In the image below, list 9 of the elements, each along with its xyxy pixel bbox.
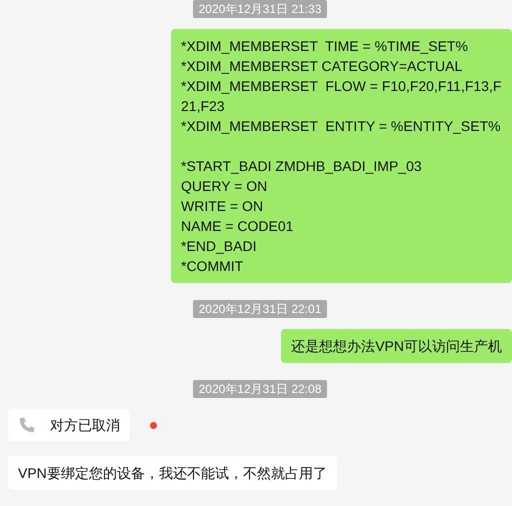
call-bubble[interactable]: 对方已取消 [8, 409, 130, 441]
message-bubble: 还是想想办法VPN可以访问生产机 [281, 329, 512, 363]
message-bubble: VPN要绑定您的设备，我还不能试，不然就占用了 [8, 456, 337, 490]
timestamp: 2020年12月31日 22:08 [192, 380, 328, 398]
phone-icon [18, 416, 36, 434]
timestamp: 2020年12月31日 22:01 [192, 300, 328, 318]
timestamp: 2020年12月31日 21:33 [192, 0, 328, 18]
message-bubble: *XDIM_MEMBERSET TIME = %TIME_SET% *XDIM_MEMBERSET CATEGORY=ACTUAL *XDIM_MEMBERSET FLOW = F10,F20,F11,F13,F21,F23 *XDIM_MEMBERSET ENTITY = %ENTITY_SET% *START_BADI ZMDHB_BADI_IMP_03 QUERY = ON WRITE = ON NAME = CODE01 *END_BADI *COMMIT [171, 29, 512, 283]
call-status: 对方已取消 [50, 416, 120, 435]
